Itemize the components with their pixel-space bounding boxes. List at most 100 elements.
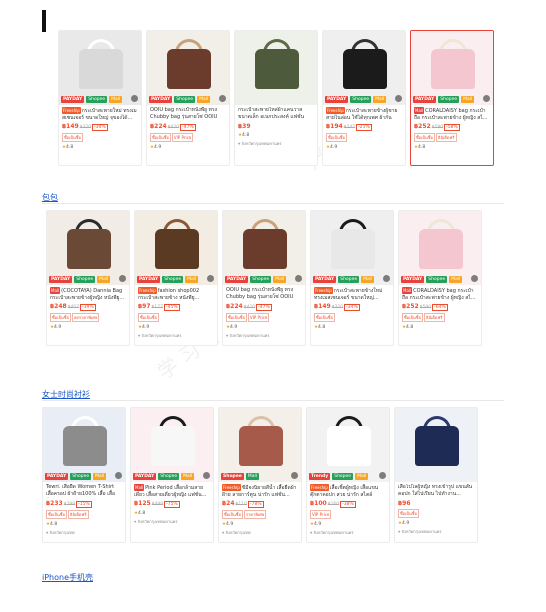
product-shape [243,229,287,269]
product-row-0: PAYDAY Shopee Mall Freeship กระเป๋าสะพายใหม่… [58,30,494,166]
seller-location: ⌖ จังหวัดกรุงเทพ [222,529,298,536]
product-card[interactable]: PAYDAY Shopee Mall Tewri. เสื้อยืด Women T-… [42,407,126,543]
play-icon[interactable] [395,95,402,102]
product-image[interactable]: PAYDAY Shopee Mall [147,31,229,105]
product-image[interactable]: PAYDAY Shopee Mall [47,211,129,285]
play-icon[interactable] [115,472,122,479]
product-card[interactable]: PAYDAY Shopee Mall Freeship กระเป๋าสะพายข้าง… [322,30,406,166]
product-card[interactable]: กระเป๋าสะพายไหล่ผ้าแคนวาส ขนาดเล็ก อเนกป… [234,30,318,166]
play-icon[interactable] [379,472,386,479]
seller-location: ⌖ จังหวัดกรุงเทพ [46,529,122,536]
rating: ★4.9 [150,144,226,151]
discount-badge: -47% [180,124,196,131]
promo-chip: ซื้อเป็นซื้อ [326,133,347,142]
price-line: ฿224฿420 -47% [226,303,302,311]
promo-chip: ซื้อเป็นซื้อ [226,313,247,322]
product-image[interactable]: PAYDAY Shopee Mall [323,31,405,105]
product-price: ฿248 [50,303,67,310]
play-icon[interactable] [207,275,214,282]
discount-badge: -21% [356,124,372,131]
promo-badge: Mall [245,473,260,480]
price-line: ฿125฿499 -75% [134,500,210,508]
discount-badge: -75% [164,501,180,508]
product-card[interactable]: PAYDAY Shopee Mall Freeship กระเป๋าสะพายใหม่… [58,30,142,166]
promo-badges: PAYDAY Shopee Mall [413,96,475,103]
play-icon[interactable] [383,275,390,282]
product-title[interactable]: Freeship กระเป๋าสะพายข้างผู้ชาย สายไนล่อน… [326,107,402,121]
location-text: จังหวัดกรุงเทพมหานคร [313,530,354,535]
promo-badges: PAYDAY Shopee Mall [401,276,463,283]
product-image[interactable]: PAYDAY Shopee Mall [311,211,393,285]
play-icon[interactable] [219,95,226,102]
product-card[interactable]: PAYDAY Shopee Mall OOIU bag กระเป๋าหนังพียู… [146,30,230,166]
product-tag: Mall [134,484,145,491]
product-card[interactable]: Trendy Shopee Mall Freeship เสื้อเชิ้ตผู้หญิ… [306,407,390,543]
product-image[interactable]: PAYDAY Shopee Mall [223,211,305,285]
product-title[interactable]: OOIU bag กระเป๋าหนังพียู ทรง Chubby bag … [226,287,302,301]
product-image[interactable]: PAYDAY Shopee Mall [43,408,125,482]
product-title[interactable]: Freeship กระเป๋าสะพายใหม่ ทรงเมสเซนเจอร์ … [62,107,138,121]
play-icon[interactable] [471,275,478,282]
rating-value: 4.8 [318,325,326,330]
product-card[interactable]: PAYDAY Shopee Mall Mall Pink Period เสื้อกล้… [130,407,214,543]
product-image[interactable]: PAYDAY Shopee Mall [411,31,493,105]
play-icon[interactable] [483,95,490,102]
original-price: ฿320 [331,305,344,310]
product-title[interactable]: Mall Pink Period เสื้อกล้ามสายเดี่ยว เสื้… [134,484,210,498]
product-image[interactable] [395,408,477,482]
product-title[interactable]: Freeship fashion shop002 กระเป๋าสะพายข้าง… [138,287,214,301]
product-card[interactable]: PAYDAY Shopee Mall Mall (COCOTAYA) Dannia Ba… [46,210,130,346]
product-title[interactable]: OOIU bag กระเป๋าหนังพียู ทรง Chubby bag … [150,107,226,121]
product-card[interactable]: PAYDAY Shopee Mall OOIU bag กระเป๋าหนังพียู… [222,210,306,346]
product-title[interactable]: Mall CORALDAISY bag กระเป๋าถือ กระเป๋าสะพ… [414,107,490,121]
product-title[interactable]: Freeship ชีมีจงนิยายสีน้ำ เสื้อยืดผ้าฝ้าย… [222,484,298,498]
promo-badge: Shopee [438,96,460,103]
product-image[interactable]: PAYDAY Shopee Mall [135,211,217,285]
product-image[interactable]: Shopee Mall [219,408,301,482]
product-title[interactable]: Mall CORALDAISY bag กระเป๋าถือ กระเป๋าสะพ… [402,287,478,301]
price-line: ฿233฿299 -15% [46,500,122,508]
category-link-womens-shirts[interactable]: 女士时尚衬衫 [42,389,90,400]
product-price: ฿149 [314,303,331,310]
product-title[interactable]: เสื้อโปโลผู้หญิง ทรงเข้ารูป แขนสั้น คอปก… [398,484,474,498]
price-line: ฿194฿247 -21% [326,123,402,131]
product-image[interactable]: PAYDAY Shopee Mall [59,31,141,105]
product-price: ฿24 [222,500,235,507]
product-card[interactable]: Shopee Mall Freeship ชีมีจงนิยายสีน้ำ เสื้อ… [218,407,302,543]
product-info: Freeship กระเป๋าสะพายใหม่ ทรงเมสเซนเจอร์ … [59,105,141,153]
promo-badge: Shopee [250,276,272,283]
play-icon[interactable] [119,275,126,282]
product-price: ฿100 [310,500,327,507]
product-info: เสื้อโปโลผู้หญิง ทรงเข้ารูป แขนสั้น คอปก… [395,482,477,537]
product-card[interactable]: เสื้อโปโลผู้หญิง ทรงเข้ารูป แขนสั้น คอปก… [394,407,478,543]
promo-chips: ซื้อเป็นซื้อ ลิมิเต็ดฟรี [46,510,122,519]
play-icon[interactable] [291,472,298,479]
category-link-bags[interactable]: 包包 [42,192,58,203]
promo-chips: ซื้อเป็นซื้อ VIP Price [226,313,302,322]
product-card[interactable]: PAYDAY Shopee Mall Mall CORALDAISY bag กระเป… [410,30,494,166]
product-title[interactable]: Mall (COCOTAYA) Dannia Bag กระเป๋าสะพายข้… [50,287,126,301]
product-image[interactable]: PAYDAY Shopee Mall [399,211,481,285]
product-title[interactable]: Tewri. เสื้อยืด Women T-Shirt เสื้อครอป … [46,484,122,498]
promo-chip: ซื้อเป็นซื้อ [50,313,71,322]
product-shape [151,426,195,466]
play-icon[interactable] [131,95,138,102]
product-title[interactable]: Freeship เสื้อเชิ้ตผู้หญิง เสื้อแขนตุ๊กตา… [310,484,386,498]
product-title[interactable]: กระเป๋าสะพายไหล่ผ้าแคนวาส ขนาดเล็ก อเนกป… [238,107,314,121]
product-info: Freeship กระเป๋าสะพายข้างใหม่ ทรงเมสเซนเจ… [311,285,393,333]
promo-badge: Shopee [70,473,92,480]
product-image[interactable]: PAYDAY Shopee Mall [131,408,213,482]
product-image[interactable]: Trendy Shopee Mall [307,408,389,482]
product-card[interactable]: PAYDAY Shopee Mall Freeship fashion shop002 … [134,210,218,346]
rating: ★4.9 [222,521,298,528]
promo-badge: Shopee [338,276,360,283]
product-card[interactable]: PAYDAY Shopee Mall Freeship กระเป๋าสะพายข้าง… [310,210,394,346]
play-icon[interactable] [203,472,210,479]
category-link-iphone-cases[interactable]: iPhone手机壳 [42,572,93,583]
play-icon[interactable] [295,275,302,282]
product-card[interactable]: PAYDAY Shopee Mall Mall CORALDAISY bag กระเป… [398,210,482,346]
promo-badges: PAYDAY Shopee Mall [313,276,375,283]
product-title[interactable]: Freeship กระเป๋าสะพายข้างใหม่ ทรงเมสเซนเจ… [314,287,390,301]
product-shape [431,49,475,89]
product-image[interactable] [235,31,317,105]
